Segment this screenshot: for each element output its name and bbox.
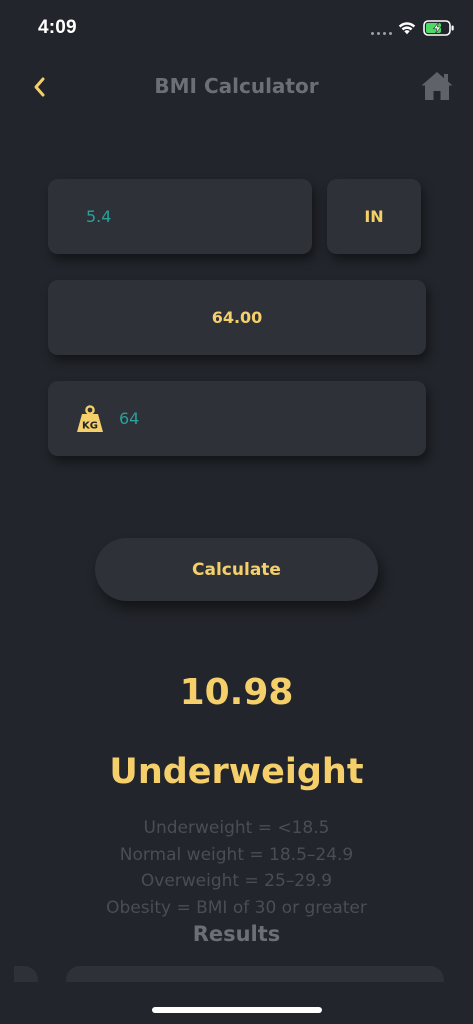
calculate-button[interactable]: Calculate (95, 538, 378, 601)
range-obesity: Obesity = BMI of 30 or greater (106, 897, 367, 918)
svg-text:KG: KG (82, 420, 98, 431)
home-indicator[interactable] (152, 1007, 322, 1013)
bmi-category: Underweight (109, 752, 364, 792)
height-input-value: 5.4 (86, 207, 112, 226)
bottom-safe-area (0, 982, 473, 1024)
weight-input-value: 64 (119, 409, 140, 428)
weight-input[interactable]: KG 64 (48, 381, 426, 456)
results-card-previous[interactable] (14, 966, 38, 982)
height-converted-display: 64.00 (48, 280, 426, 355)
unit-select-button[interactable]: IN (327, 179, 421, 254)
home-button[interactable] (420, 70, 454, 102)
bmi-value: 10.98 (179, 672, 294, 713)
cellular-signal-icon (371, 32, 392, 35)
app-header: BMI Calculator (0, 62, 473, 114)
unit-label: IN (364, 207, 384, 226)
page-title: BMI Calculator (154, 74, 319, 98)
range-normal: Normal weight = 18.5–24.9 (119, 844, 354, 865)
wifi-icon (398, 22, 416, 35)
battery-charging-icon (423, 20, 454, 36)
kg-weight-icon: KG (77, 404, 103, 432)
range-underweight: Underweight = <18.5 (143, 818, 330, 838)
height-converted-value: 64.00 (211, 308, 263, 327)
status-bar: 4:09 (0, 0, 473, 56)
home-icon (421, 72, 453, 100)
results-heading: Results (192, 922, 281, 946)
bmi-ranges-list: Underweight = <18.5 Normal weight = 18.5… (0, 815, 473, 921)
results-card[interactable] (66, 966, 444, 982)
height-input[interactable]: 5.4 (48, 179, 312, 254)
status-time: 4:09 (38, 17, 77, 38)
range-overweight: Overweight = 25–29.9 (140, 871, 333, 891)
